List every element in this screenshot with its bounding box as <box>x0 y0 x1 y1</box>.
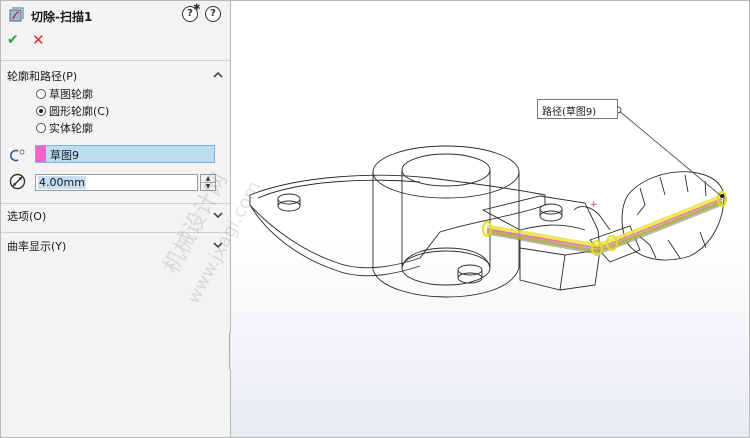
callout-leader <box>617 109 721 196</box>
base-hole <box>277 200 301 212</box>
callout-text: 路径(草图9) <box>542 107 597 118</box>
svg-text:+: + <box>590 200 598 210</box>
path-callout[interactable]: 路径(草图9) <box>537 99 618 119</box>
watermark: 机械设计网 www.jxagi.com <box>159 169 265 307</box>
model-wireframe: + 机械设计网 www.jxagi.com <box>159 106 727 307</box>
boss-top-inner <box>401 153 491 187</box>
